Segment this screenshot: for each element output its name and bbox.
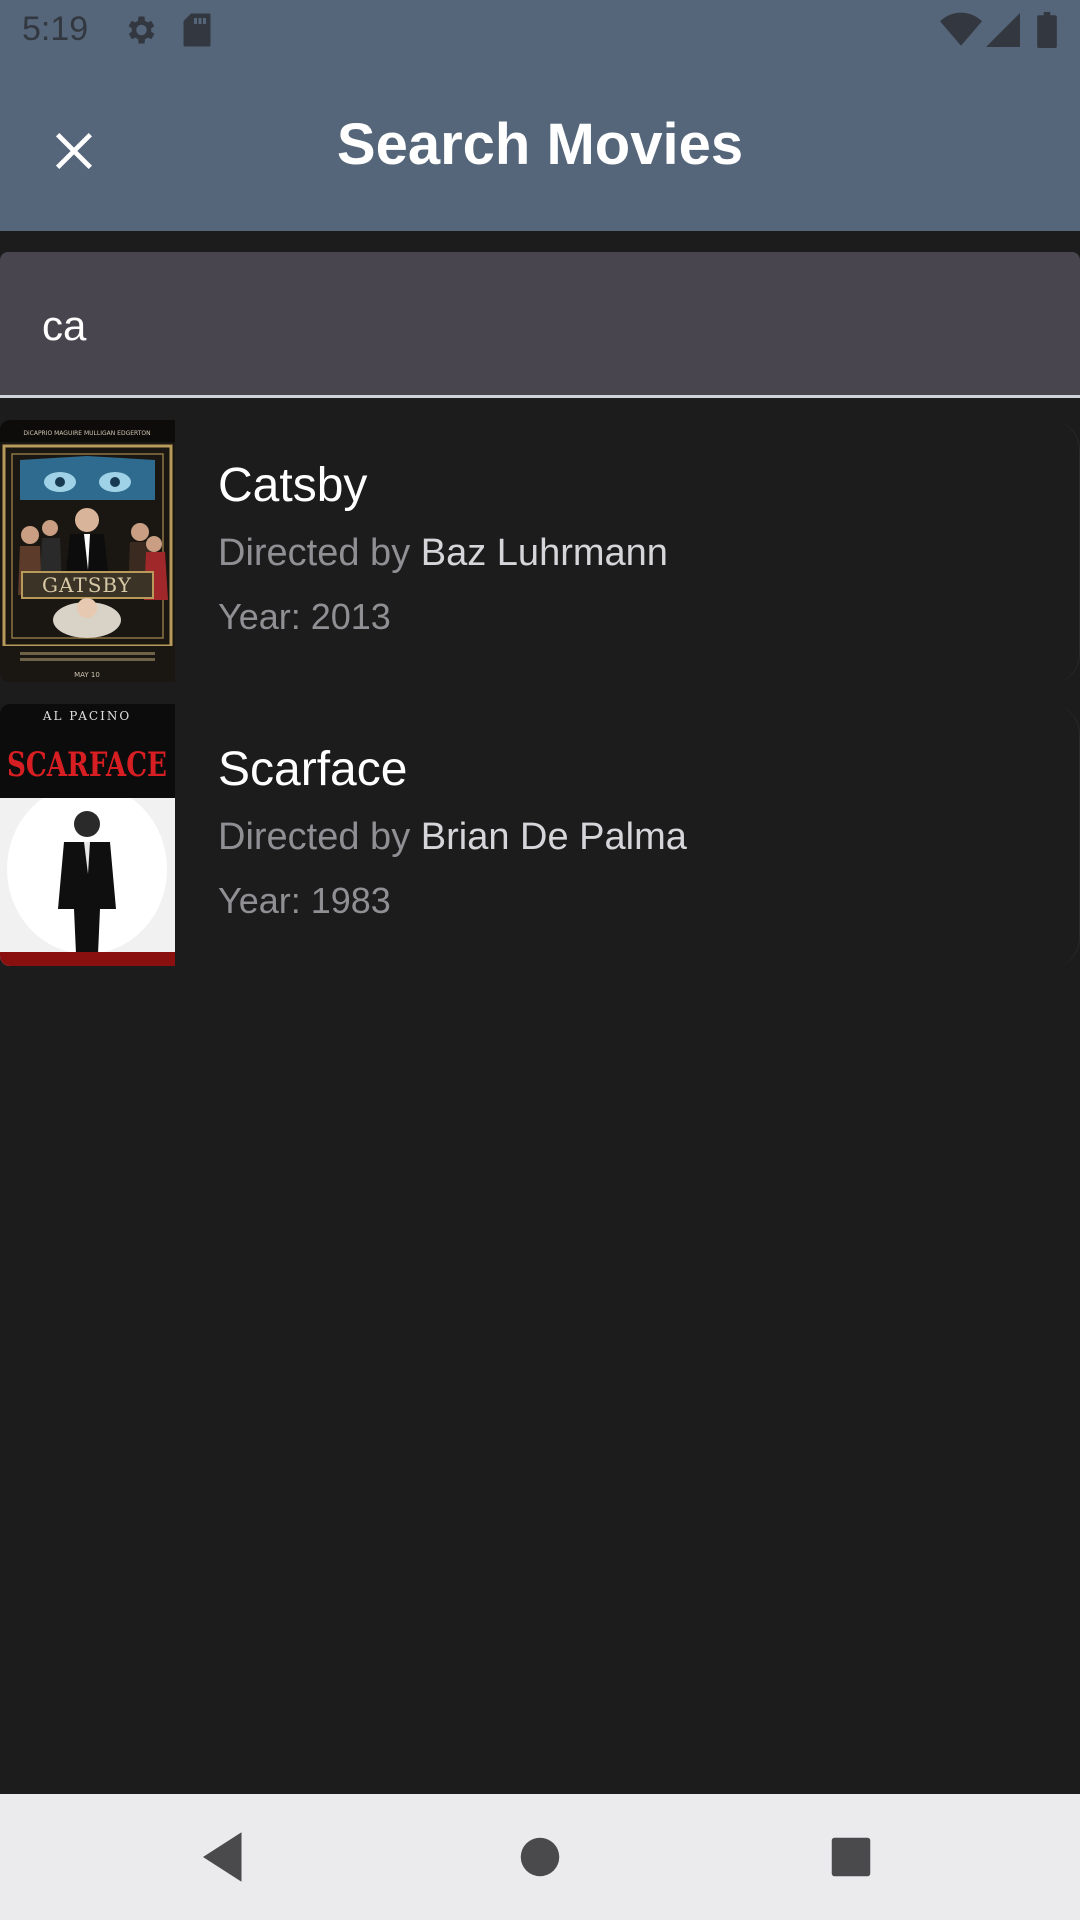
signal-icon [986, 12, 1020, 53]
movie-card[interactable]: GATSBY MAY 10 DiCAPRIO MAGUIRE MULLIGAN … [0, 420, 1080, 684]
movie-poster: GATSBY MAY 10 DiCAPRIO MAGUIRE MULLIGAN … [0, 420, 175, 682]
recents-icon [818, 1837, 884, 1894]
poster-date-text: MAY 10 [74, 671, 100, 679]
status-bar: 5:19 [0, 0, 1080, 63]
director-name: Brian De Palma [420, 816, 687, 858]
directed-by-label: Directed by [218, 532, 411, 574]
back-icon [192, 1832, 258, 1894]
poster-cast-text: AL PACINO [42, 709, 131, 723]
poster-title-text: GATSBY [42, 573, 132, 597]
system-nav-bar [0, 1794, 1080, 1920]
home-button[interactable] [507, 1824, 573, 1890]
app-bar: Search Movies [0, 63, 1080, 231]
movie-poster: AL PACINO SCARFACE [0, 704, 175, 966]
status-time: 5:19 [22, 10, 89, 48]
movie-title: Catsby [218, 459, 368, 512]
search-input[interactable] [42, 296, 942, 356]
sd-card-icon [182, 12, 212, 53]
gear-icon [122, 12, 158, 53]
movie-year: Year: 1983 [218, 880, 391, 921]
director-name: Baz Luhrmann [420, 532, 668, 574]
poster-title-text: SCARFACE [7, 745, 167, 785]
director-line: Directed by Brian De Palma [218, 816, 687, 859]
search-field-container [0, 252, 1080, 398]
back-button[interactable] [192, 1824, 258, 1890]
movie-card[interactable]: AL PACINO SCARFACE Scarface Directed by … [0, 704, 1080, 968]
battery-icon [1036, 12, 1058, 53]
directed-by-label: Directed by [218, 816, 411, 858]
movie-title: Scarface [218, 743, 408, 796]
page-title: Search Movies [336, 112, 744, 177]
recents-button[interactable] [818, 1824, 884, 1890]
poster-cast-text: DiCAPRIO MAGUIRE MULLIGAN EDGERTON [23, 430, 150, 437]
result-list: GATSBY MAY 10 DiCAPRIO MAGUIRE MULLIGAN … [0, 420, 1080, 988]
home-icon [507, 1837, 573, 1894]
movie-year: Year: 2013 [218, 596, 391, 637]
director-line: Directed by Baz Luhrmann [218, 532, 668, 575]
wifi-icon [940, 12, 982, 53]
